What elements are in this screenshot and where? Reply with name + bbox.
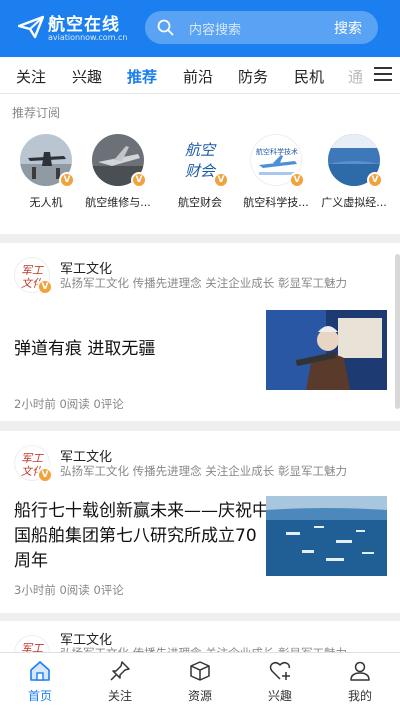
subscription-item[interactable]: 航空 财会 V 航空财会 bbox=[162, 134, 238, 210]
recommended-subscriptions: 推荐订阅 V 无人机 V 航空维修与... 航空 财会 V 航空财会 航空科学技… bbox=[0, 94, 400, 234]
category-tabs: 关注 兴趣 推荐 前沿 防务 民机 通 bbox=[0, 57, 400, 94]
verified-badge-icon: V bbox=[213, 172, 229, 188]
article-thumbnail[interactable] bbox=[266, 310, 387, 390]
search-button[interactable]: 搜索 bbox=[334, 18, 362, 38]
subscription-item[interactable]: 航空科学技术 V 航空科学技... bbox=[238, 134, 314, 210]
nav-label: 首页 bbox=[27, 689, 52, 703]
subscription-item[interactable]: V 航空维修与... bbox=[80, 134, 156, 210]
search-input[interactable]: 内容搜索 搜索 bbox=[145, 11, 378, 44]
search-placeholder: 内容搜索 bbox=[189, 23, 242, 38]
fleet-photo bbox=[266, 496, 387, 576]
logo-text-top: 航空 bbox=[185, 141, 217, 159]
app-logo[interactable]: 航空在线 aviationnow.com.cn bbox=[18, 10, 143, 48]
avatar[interactable]: 军工 文化 V bbox=[14, 445, 53, 483]
avatar: 航空科学技术 V bbox=[250, 134, 305, 188]
logo-title: 航空在线 bbox=[48, 15, 120, 35]
article-meta: 3小时前 0阅读 0评论 bbox=[14, 583, 124, 597]
article-meta: 2小时前 0阅读 0评论 bbox=[14, 397, 124, 411]
menu-icon[interactable] bbox=[374, 67, 392, 81]
article-title[interactable]: 船行七十载创新赢未来——庆祝中 国船舶集团第七八研究所成立70 周年 bbox=[14, 499, 269, 574]
article-title-line: 国船舶集团第七八研究所成立70 bbox=[14, 526, 257, 546]
nav-label: 资源 bbox=[187, 689, 212, 703]
box-icon bbox=[190, 661, 210, 681]
nav-profile[interactable]: 我的 bbox=[330, 659, 390, 704]
avatar: V bbox=[92, 134, 147, 188]
avatar: V bbox=[328, 134, 383, 188]
logo-url: aviationnow.com.cn bbox=[48, 33, 128, 42]
author-description: 弘扬军工文化 传播先进理念 关注企业成长 彰显军工魅力 bbox=[60, 464, 347, 478]
subscription-item[interactable]: V 广义虚拟经... bbox=[316, 134, 392, 210]
subscription-label: 航空科学技... bbox=[243, 196, 309, 209]
tab-more[interactable]: 通 bbox=[348, 66, 363, 87]
nav-label: 我的 bbox=[347, 689, 372, 703]
logo-text-top: 军工 bbox=[21, 452, 44, 465]
verified-badge-icon: V bbox=[289, 172, 305, 188]
verified-badge-icon: V bbox=[37, 467, 53, 483]
verified-badge-icon: V bbox=[59, 172, 75, 188]
tab-frontier[interactable]: 前沿 bbox=[183, 66, 213, 87]
tab-follow[interactable]: 关注 bbox=[16, 66, 46, 87]
pin-icon bbox=[110, 661, 130, 681]
avatar: 航空 财会 V bbox=[174, 134, 229, 188]
bottom-navigation: 首页 关注 资源 兴趣 我的 bbox=[0, 652, 400, 711]
nav-label: 兴趣 bbox=[267, 689, 292, 703]
speaker-photo bbox=[266, 310, 387, 390]
article-title[interactable]: 弹道有痕 进取无疆 bbox=[14, 337, 155, 362]
app-header: 航空在线 aviationnow.com.cn 内容搜索 搜索 bbox=[0, 0, 400, 57]
tab-defense[interactable]: 防务 bbox=[238, 66, 268, 87]
feed-card[interactable]: 军工 文化 V 军工文化 弘扬军工文化 传播先进理念 关注企业成长 彰显军工魅力… bbox=[0, 243, 400, 421]
nav-follow[interactable]: 关注 bbox=[90, 659, 150, 704]
verified-badge-icon: V bbox=[131, 172, 147, 188]
paper-plane-icon bbox=[18, 15, 44, 39]
nav-interest[interactable]: 兴趣 bbox=[250, 659, 310, 704]
logo-text-top: 军工 bbox=[21, 264, 44, 277]
nav-label: 关注 bbox=[107, 689, 132, 703]
subscription-label: 无人机 bbox=[29, 196, 63, 209]
nav-home[interactable]: 首页 bbox=[10, 659, 70, 704]
avatar: V bbox=[20, 134, 75, 188]
article-title-line: 船行七十载创新赢未来——庆祝中 bbox=[14, 501, 269, 521]
scrollbar[interactable] bbox=[395, 254, 400, 409]
avatar[interactable]: 军工 文化 V bbox=[14, 257, 53, 295]
user-icon bbox=[350, 661, 370, 681]
nav-resources[interactable]: 资源 bbox=[170, 659, 230, 704]
tab-recommend[interactable]: 推荐 bbox=[127, 66, 157, 87]
logo-text: 航空科学技术 bbox=[256, 147, 298, 156]
heart-plus-icon bbox=[269, 661, 291, 680]
subscription-item[interactable]: V 无人机 bbox=[8, 134, 84, 210]
feed-card[interactable]: 军工 文化 V 军工文化 弘扬军工文化 传播先进理念 关注企业成长 彰显军工魅力… bbox=[0, 431, 400, 613]
verified-badge-icon: V bbox=[367, 172, 383, 188]
subscription-label: 航空财会 bbox=[178, 196, 222, 209]
search-icon bbox=[157, 19, 174, 36]
subscription-label: 广义虚拟经... bbox=[321, 196, 387, 209]
article-thumbnail[interactable] bbox=[266, 496, 387, 576]
author-description: 弘扬军工文化 传播先进理念 关注企业成长 彰显军工魅力 bbox=[60, 276, 347, 290]
subscriptions-title: 推荐订阅 bbox=[12, 106, 61, 120]
tab-interest[interactable]: 兴趣 bbox=[72, 66, 102, 87]
tab-civil-aircraft[interactable]: 民机 bbox=[294, 66, 324, 87]
verified-badge-icon: V bbox=[37, 279, 53, 295]
article-title-line: 弹道有痕 进取无疆 bbox=[14, 339, 156, 359]
home-icon bbox=[30, 661, 50, 681]
subscription-label: 航空维修与... bbox=[85, 196, 151, 209]
article-title-line: 周年 bbox=[14, 551, 48, 571]
